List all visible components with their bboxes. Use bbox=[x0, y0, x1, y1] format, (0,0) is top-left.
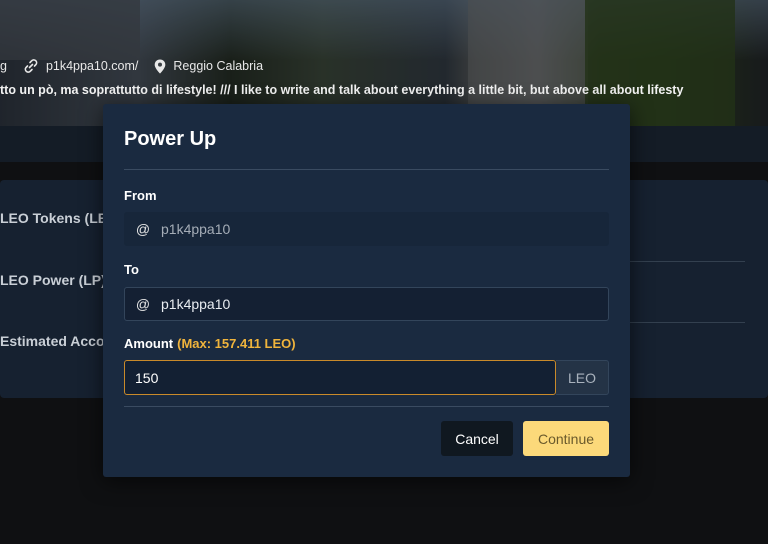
profile-location: Reggio Calabria bbox=[154, 59, 263, 74]
dialog-footer-divider bbox=[124, 406, 609, 407]
amount-label-row: Amount (Max: 157.411 LEO) bbox=[124, 336, 296, 351]
cancel-button[interactable]: Cancel bbox=[441, 421, 513, 456]
wallet-row-leo-tokens: LEO Tokens (LEO bbox=[0, 210, 118, 226]
profile-location-text: Reggio Calabria bbox=[173, 59, 264, 73]
wallet-row-leo-power: LEO Power (LP) bbox=[0, 272, 106, 288]
profile-website[interactable]: p1k4ppa10.com/ bbox=[23, 58, 138, 74]
from-value: p1k4ppa10 bbox=[161, 221, 231, 237]
wallet-row-estimated-account: Estimated Accou bbox=[0, 333, 114, 349]
profile-meta-prefix: g bbox=[0, 59, 7, 73]
dialog-title: Power Up bbox=[124, 128, 217, 150]
to-label: To bbox=[124, 262, 139, 277]
profile-bio: tto un pò, ma soprattutto di lifestyle! … bbox=[0, 83, 684, 97]
to-value[interactable]: p1k4ppa10 bbox=[161, 296, 230, 312]
amount-max-link[interactable]: (Max: 157.411 LEO) bbox=[177, 336, 296, 351]
power-up-dialog: Power Up From @ p1k4ppa10 To @ p1k4ppa10… bbox=[103, 104, 630, 477]
from-field: @ p1k4ppa10 bbox=[124, 212, 609, 246]
from-at-symbol: @ bbox=[135, 221, 151, 237]
profile-website-text[interactable]: p1k4ppa10.com/ bbox=[46, 59, 138, 73]
link-icon bbox=[24, 59, 38, 73]
continue-button[interactable]: Continue bbox=[523, 421, 609, 456]
amount-unit: LEO bbox=[556, 360, 609, 395]
to-field[interactable]: @ p1k4ppa10 bbox=[124, 287, 609, 321]
to-at-symbol: @ bbox=[135, 296, 151, 312]
amount-label: Amount bbox=[124, 336, 174, 351]
location-pin-icon bbox=[155, 59, 166, 73]
dialog-header-divider bbox=[124, 169, 609, 170]
profile-meta: g p1k4ppa10.com/ Reggio Calabria bbox=[0, 58, 273, 74]
amount-input[interactable]: 150 bbox=[124, 360, 556, 395]
from-label: From bbox=[124, 188, 157, 203]
